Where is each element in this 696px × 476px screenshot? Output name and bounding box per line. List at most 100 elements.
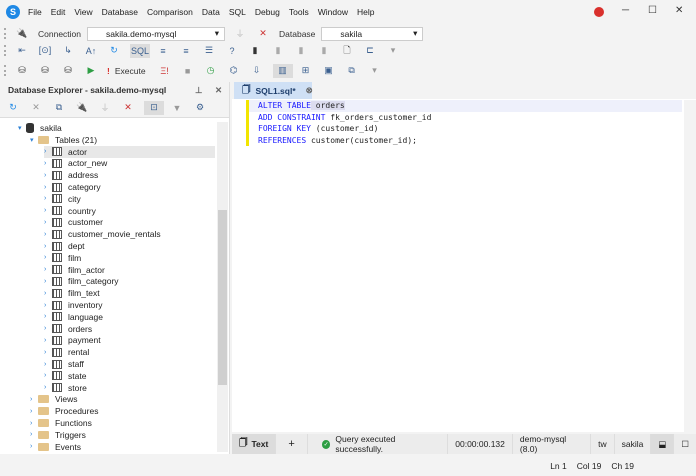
toolbar-grip[interactable] bbox=[4, 28, 7, 39]
menu-tools[interactable]: Tools bbox=[289, 7, 309, 17]
pin-icon[interactable]: ⊥ bbox=[195, 85, 202, 96]
close-panel-icon[interactable]: ✕ bbox=[215, 85, 222, 96]
uncomment-icon[interactable]: ≡ bbox=[179, 44, 193, 58]
sql-icon[interactable]: SQL bbox=[130, 43, 150, 58]
menu-debug[interactable]: Debug bbox=[255, 7, 280, 17]
tree-node-table[interactable]: › inventory bbox=[44, 299, 215, 311]
menu-window[interactable]: Window bbox=[318, 7, 348, 17]
db-edit-icon[interactable]: ⛁ bbox=[15, 64, 29, 78]
chevron-right-icon[interactable]: › bbox=[44, 278, 52, 285]
refresh-icon[interactable]: ↻ bbox=[6, 101, 20, 115]
connection-select[interactable]: sakila.demo-mysql ▾ bbox=[87, 26, 226, 41]
chevron-right-icon[interactable]: › bbox=[44, 184, 52, 191]
tree-node-table[interactable]: › customer_movie_rentals bbox=[44, 228, 215, 240]
outdent-icon[interactable]: ↳ bbox=[61, 44, 75, 58]
tree-node-table[interactable]: › orders bbox=[44, 323, 215, 335]
chevron-right-icon[interactable]: › bbox=[44, 361, 52, 368]
db-query-icon[interactable]: ⛁ bbox=[38, 64, 52, 78]
menu-help[interactable]: Help bbox=[357, 7, 374, 17]
format-icon[interactable]: [⊙] bbox=[38, 44, 52, 58]
add-tab-button[interactable]: + bbox=[276, 434, 308, 454]
text-tab[interactable]: 🗍 Text bbox=[232, 434, 277, 454]
tree-node-tables[interactable]: ▾ Tables (21) bbox=[30, 134, 215, 146]
filter-icon[interactable]: ▼ bbox=[170, 101, 184, 115]
chevron-right-icon[interactable]: › bbox=[44, 254, 52, 261]
toolbar-grip[interactable] bbox=[4, 65, 7, 76]
toolbar-grip[interactable] bbox=[4, 45, 7, 56]
tree-node-folder[interactable]: › Events bbox=[30, 441, 215, 453]
menu-edit[interactable]: Edit bbox=[51, 7, 66, 17]
close-tab-icon[interactable]: ⊗ bbox=[306, 85, 313, 96]
chevron-right-icon[interactable]: › bbox=[30, 408, 38, 415]
chevron-right-icon[interactable]: › bbox=[44, 337, 52, 344]
chevron-right-icon[interactable]: › bbox=[44, 302, 52, 309]
chevron-right-icon[interactable]: › bbox=[44, 243, 52, 250]
menu-database[interactable]: Database bbox=[102, 7, 138, 17]
chevron-right-icon[interactable]: › bbox=[30, 431, 38, 438]
chevron-right-icon[interactable]: › bbox=[44, 231, 52, 238]
menu-file[interactable]: File bbox=[28, 7, 42, 17]
tree-node-table[interactable]: › country bbox=[44, 205, 215, 217]
tree-node-table[interactable]: › state bbox=[44, 370, 215, 382]
disconnect-icon[interactable]: ✕ bbox=[256, 27, 270, 41]
menu-sql[interactable]: SQL bbox=[229, 7, 246, 17]
editor-scrollbar[interactable] bbox=[684, 100, 696, 432]
tree-node-table[interactable]: › customer bbox=[44, 216, 215, 228]
tree-node-folder[interactable]: › Views bbox=[30, 393, 215, 405]
tree-node-table[interactable]: › store bbox=[44, 382, 215, 394]
menu-data[interactable]: Data bbox=[202, 7, 220, 17]
chevron-right-icon[interactable]: › bbox=[44, 160, 52, 167]
menu-view[interactable]: View bbox=[74, 7, 92, 17]
history-icon[interactable]: ◷ bbox=[204, 64, 218, 78]
chevron-down-icon[interactable]: ▾ bbox=[30, 136, 38, 144]
chevron-down-icon[interactable]: ▾ bbox=[368, 64, 382, 78]
chevron-down-icon[interactable]: ▾ bbox=[18, 124, 26, 132]
comment-icon[interactable]: ≡ bbox=[156, 44, 170, 58]
chevron-right-icon[interactable]: › bbox=[44, 384, 52, 391]
connect-icon[interactable]: ⏚ bbox=[98, 101, 112, 115]
tree-node-table[interactable]: › rental bbox=[44, 346, 215, 358]
new-connection-icon[interactable]: 🔌 bbox=[75, 101, 89, 115]
chevron-right-icon[interactable]: › bbox=[44, 172, 52, 179]
database-select[interactable]: sakila ▾ bbox=[321, 26, 424, 41]
tree-node-table[interactable]: › actor bbox=[44, 145, 215, 158]
chevron-right-icon[interactable]: › bbox=[44, 195, 52, 202]
chevron-right-icon[interactable]: › bbox=[30, 443, 38, 450]
chevron-right-icon[interactable]: › bbox=[44, 325, 52, 332]
tab-sql1[interactable]: 🗍 SQL1.sql* ⊗ bbox=[234, 82, 313, 99]
bookmark-icon[interactable]: ▮ bbox=[248, 44, 262, 58]
chevron-right-icon[interactable]: › bbox=[44, 313, 52, 320]
code-area[interactable]: ALTER TABLE orders ADD CONSTRAINT fk_ord… bbox=[246, 100, 431, 146]
refresh-icon[interactable]: ↻ bbox=[107, 44, 121, 58]
new-connection-icon[interactable]: 🔌 bbox=[15, 27, 29, 41]
chevron-right-icon[interactable]: › bbox=[44, 372, 52, 379]
copy-icon[interactable]: ⧉ bbox=[345, 64, 359, 78]
db-run-icon[interactable]: ⛁ bbox=[61, 64, 75, 78]
clear-bookmarks-icon[interactable]: ▮ bbox=[317, 44, 331, 58]
play-icon[interactable]: ▶ bbox=[84, 64, 98, 78]
notification-icon[interactable] bbox=[594, 7, 604, 17]
grid-icon[interactable]: ⊞ bbox=[299, 64, 313, 78]
tree-node-table[interactable]: › staff bbox=[44, 358, 215, 370]
chevron-right-icon[interactable]: › bbox=[30, 420, 38, 427]
chevron-right-icon[interactable]: › bbox=[44, 290, 52, 297]
tree-node-table[interactable]: › actor_new bbox=[44, 157, 215, 169]
next-bookmark-icon[interactable]: ▮ bbox=[294, 44, 308, 58]
chevron-right-icon[interactable]: › bbox=[44, 266, 52, 273]
stop-icon[interactable]: ■ bbox=[181, 64, 195, 78]
disconnect-icon[interactable]: ✕ bbox=[121, 101, 135, 115]
tree-node-table[interactable]: › film_actor bbox=[44, 264, 215, 276]
maximize-editor-icon[interactable]: ☐ bbox=[674, 434, 696, 454]
menu-comparison[interactable]: Comparison bbox=[147, 7, 193, 17]
help-icon[interactable]: ? bbox=[225, 44, 239, 58]
toggle-results-panel-icon[interactable]: ⬓ bbox=[651, 434, 675, 454]
execute-button[interactable]: Execute bbox=[115, 66, 146, 76]
tree-node-folder[interactable]: › Triggers bbox=[30, 429, 215, 441]
prev-bookmark-icon[interactable]: ▮ bbox=[271, 44, 285, 58]
tree-node-table[interactable]: › address bbox=[44, 169, 215, 181]
chevron-right-icon[interactable]: › bbox=[44, 148, 52, 155]
uppercase-icon[interactable]: A↑ bbox=[84, 44, 98, 58]
indent-icon[interactable]: ⇤ bbox=[15, 44, 29, 58]
filter-objects-icon[interactable]: ⊡ bbox=[144, 100, 164, 115]
profiler-icon[interactable]: ⌬ bbox=[227, 64, 241, 78]
